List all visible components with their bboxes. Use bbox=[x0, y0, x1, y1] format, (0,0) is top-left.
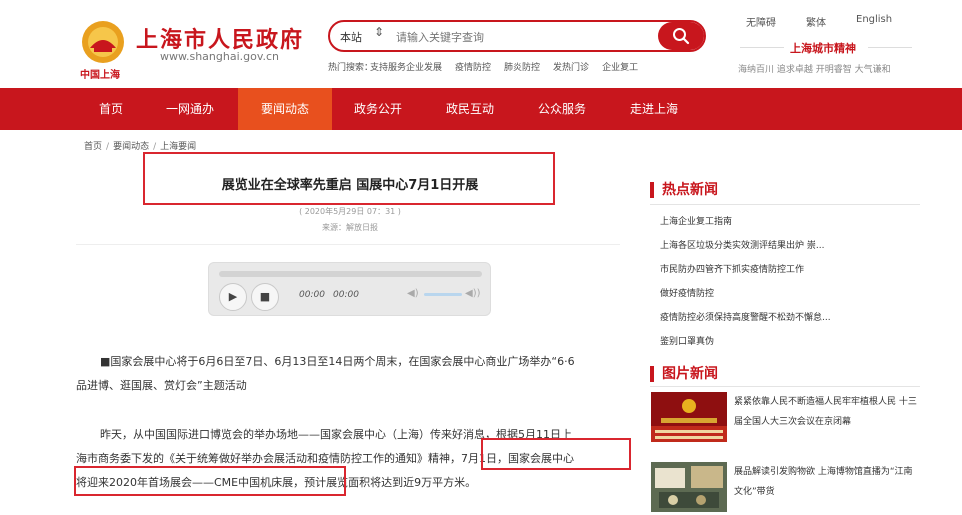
breadcrumb-separator: / bbox=[106, 142, 110, 152]
hot-news-item[interactable]: 上海企业复工指南 bbox=[660, 214, 732, 227]
breadcrumb-home[interactable]: 首页 bbox=[84, 142, 102, 152]
date-highlight-box bbox=[481, 438, 631, 470]
hot-news-item[interactable]: 做好疫情防控 bbox=[660, 286, 714, 299]
nav-item-about-shanghai[interactable]: 走进上海 bbox=[616, 88, 692, 130]
nav-item-gov-affairs[interactable]: 政务公开 bbox=[340, 88, 416, 130]
nav-item-interaction[interactable]: 政民互动 bbox=[432, 88, 508, 130]
picture-news-text[interactable]: 紧紧依靠人民不断造福人民牢牢植根人民 十三届全国人大三次会议在京闭幕 bbox=[734, 392, 920, 432]
main-nav: 首页 一网通办 要闻动态 政务公开 政民互动 公众服务 走进上海 bbox=[0, 88, 962, 130]
hot-news-item[interactable]: 鉴别口罩真伪 bbox=[660, 334, 714, 347]
hot-link[interactable]: 支持服务企业发展 bbox=[370, 60, 442, 73]
volume-high-icon[interactable]: ◀)) bbox=[465, 288, 481, 299]
hot-news-item[interactable]: 市民防办四管齐下抓实疫情防控工作 bbox=[660, 262, 804, 275]
picture-news-thumbnail[interactable] bbox=[651, 462, 727, 512]
nav-item-public-service[interactable]: 公众服务 bbox=[524, 88, 600, 130]
search-button[interactable] bbox=[658, 22, 704, 50]
select-arrows-icon[interactable]: ⇕ bbox=[374, 25, 384, 39]
hot-news-item[interactable]: 疫情防控必须保持高度警醒不松劲不懈怠... bbox=[660, 310, 831, 323]
breadcrumb-news[interactable]: 要闻动态 bbox=[113, 142, 149, 152]
search-scope-select[interactable]: 本站 bbox=[340, 29, 362, 45]
shanghai-emblem-icon[interactable] bbox=[80, 18, 126, 66]
hot-search-label: 热门搜索： bbox=[328, 63, 374, 73]
page: 中国上海 上海市人民政府 www.shanghai.gov.cn 本站 ⇕ 热门… bbox=[0, 0, 962, 515]
hot-link[interactable]: 发热门诊 bbox=[553, 60, 589, 73]
duration: 00:00 bbox=[333, 290, 359, 300]
site-url: www.shanghai.gov.cn bbox=[160, 50, 280, 63]
nav-item-one-network[interactable]: 一网通办 bbox=[148, 88, 232, 130]
breadcrumb-shanghai-news[interactable]: 上海要闻 bbox=[160, 142, 196, 152]
divider bbox=[76, 244, 620, 245]
divider bbox=[650, 386, 920, 387]
nav-item-home[interactable]: 首页 bbox=[78, 88, 144, 130]
article-title: 展览业在全球率先重启 国展中心7月1日开展 bbox=[221, 178, 479, 193]
search-box: 本站 ⇕ bbox=[328, 20, 706, 52]
breadcrumb: 首页 / 要闻动态 / 上海要闻 bbox=[84, 139, 196, 152]
audio-progress-track[interactable] bbox=[219, 271, 482, 277]
hot-news-title: 热点新闻 bbox=[650, 182, 718, 198]
picture-news-text[interactable]: 展品解读引发购物欲 上海博物馆直播为“江南文化”带货 bbox=[734, 462, 920, 502]
volume-slider[interactable] bbox=[424, 293, 462, 296]
search-icon bbox=[673, 28, 690, 45]
play-icon: ▶ bbox=[228, 290, 238, 303]
nav-item-news[interactable]: 要闻动态 bbox=[238, 88, 332, 130]
picture-news-thumbnail[interactable] bbox=[651, 392, 727, 442]
emblem-caption: 中国上海 bbox=[80, 70, 120, 81]
traditional-chinese-link[interactable]: 繁体 bbox=[806, 14, 826, 29]
stop-button[interactable]: ■ bbox=[251, 283, 279, 311]
hot-link[interactable]: 疫情防控 bbox=[455, 60, 491, 73]
article-date: ( 2020年5月29日 07：31 ) bbox=[299, 207, 401, 216]
event-highlight-box bbox=[74, 466, 346, 496]
divider bbox=[740, 47, 784, 48]
top-links: 无障碍 繁体 English bbox=[746, 14, 892, 29]
stop-icon: ■ bbox=[259, 290, 271, 303]
divider bbox=[650, 204, 920, 205]
hot-link[interactable]: 企业复工 bbox=[602, 60, 638, 73]
breadcrumb-separator: / bbox=[153, 142, 157, 152]
picture-news-title: 图片新闻 bbox=[650, 366, 718, 382]
play-button[interactable]: ▶ bbox=[219, 283, 247, 311]
current-time: 00:00 bbox=[299, 290, 325, 300]
english-link[interactable]: English bbox=[856, 14, 892, 29]
divider bbox=[868, 47, 912, 48]
audio-player: ▶ ■ 00:00 00:00 ◀) ◀)) bbox=[208, 262, 491, 316]
city-spirit-text: 海纳百川 追求卓越 开明睿智 大气谦和 bbox=[738, 65, 891, 75]
article-source: 来源：解放日报 bbox=[322, 223, 378, 232]
volume-low-icon[interactable]: ◀) bbox=[407, 288, 419, 299]
search-input[interactable] bbox=[396, 27, 646, 47]
hot-news-item[interactable]: 上海各区垃圾分类实效测评结果出炉 崇... bbox=[660, 238, 824, 251]
hot-search-links: 支持服务企业发展 疫情防控 肺炎防控 发热门诊 企业复工 bbox=[370, 60, 638, 73]
paragraph-line: 品进博、逛国展、赏灯会”主题活动 bbox=[76, 379, 247, 392]
city-spirit-title: 上海城市精神 bbox=[790, 42, 856, 55]
paragraph-line: ■国家会展中心将于6月6日至7日、6月13日至14日两个周末，在国家会展中心商业… bbox=[100, 355, 575, 368]
site-header: 中国上海 上海市人民政府 www.shanghai.gov.cn 本站 ⇕ 热门… bbox=[0, 0, 962, 88]
article-paragraph: ■国家会展中心将于6月6日至7日、6月13日至14日两个周末，在国家会展中心商业… bbox=[76, 350, 626, 398]
accessibility-link[interactable]: 无障碍 bbox=[746, 14, 776, 29]
hot-link[interactable]: 肺炎防控 bbox=[504, 60, 540, 73]
